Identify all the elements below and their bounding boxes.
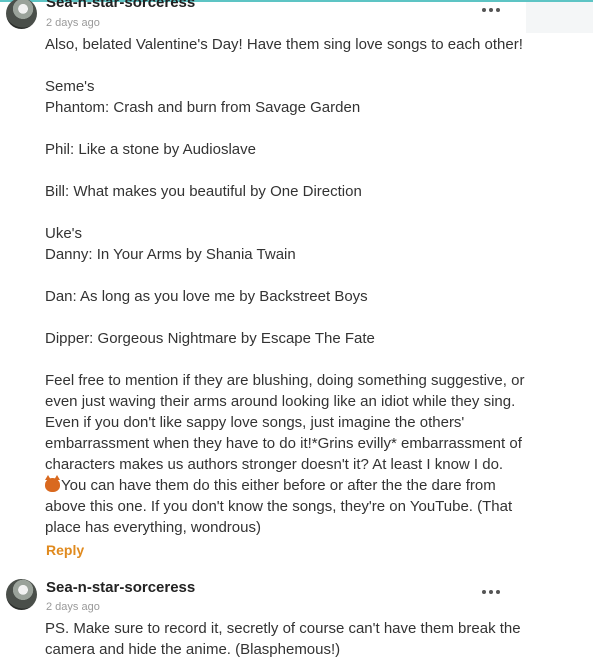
comment-timestamp: 2 days ago bbox=[46, 17, 100, 29]
comment-timestamp: 2 days ago bbox=[46, 601, 100, 613]
comment-username[interactable]: Sea-n-star-sorceress bbox=[46, 0, 195, 11]
comment-line: Dan: As long as you love me by Backstree… bbox=[45, 288, 368, 305]
comment-line: Bill: What makes you beautiful by One Di… bbox=[45, 183, 362, 200]
comment-paragraph: PS. Make sure to record it, secretly of … bbox=[45, 620, 521, 658]
comment-username[interactable]: Sea-n-star-sorceress bbox=[46, 579, 195, 596]
comment-line: Dipper: Gorgeous Nightmare by Escape The… bbox=[45, 330, 375, 347]
comment-line: Also, belated Valentine's Day! Have them… bbox=[45, 36, 523, 53]
comment-paragraph: You can have them do this either before … bbox=[45, 475, 535, 538]
comment-line: Uke's bbox=[45, 225, 83, 242]
comment-line: Seme's bbox=[45, 78, 95, 95]
more-options-icon[interactable] bbox=[480, 587, 502, 597]
comment-line: Phantom: Crash and burn from Savage Gard… bbox=[45, 99, 361, 116]
reply-button[interactable]: Reply bbox=[46, 542, 84, 558]
top-right-panel bbox=[526, 2, 593, 33]
comment-line: Danny: In Your Arms by Shania Twain bbox=[45, 246, 296, 263]
comment-line: Phil: Like a stone by Audioslave bbox=[45, 141, 256, 158]
comment-body: PS. Make sure to record it, secretly of … bbox=[45, 618, 535, 660]
comment-body: Also, belated Valentine's Day! Have them… bbox=[45, 34, 535, 538]
avatar[interactable] bbox=[6, 579, 37, 610]
comment-emoji-text: You can have them do this either before … bbox=[45, 477, 513, 536]
devil-emoji-icon bbox=[45, 475, 60, 492]
comment-paragraph: Feel free to mention if they are blushin… bbox=[45, 372, 525, 473]
more-options-icon[interactable] bbox=[480, 5, 502, 15]
avatar[interactable] bbox=[6, 0, 37, 29]
